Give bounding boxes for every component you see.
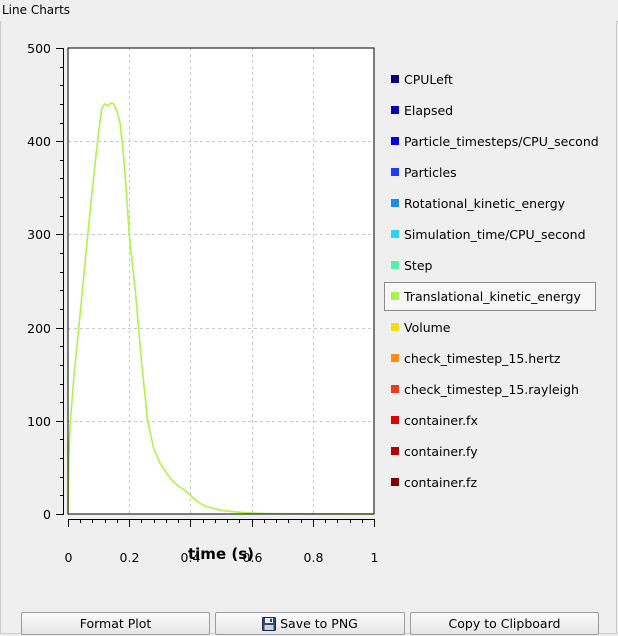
legend-swatch bbox=[391, 137, 399, 145]
legend-item[interactable]: Volume bbox=[384, 313, 596, 342]
legend-swatch bbox=[391, 354, 399, 362]
legend-item[interactable]: Simulation_time/CPU_second bbox=[384, 220, 596, 249]
legend-item[interactable]: Step bbox=[384, 251, 596, 280]
x-tick-label: 1 bbox=[371, 550, 379, 565]
legend-label: container.fx bbox=[404, 413, 478, 428]
legend-item[interactable]: Rotational_kinetic_energy bbox=[384, 189, 596, 218]
y-tick-label: 300 bbox=[27, 227, 51, 242]
x-tick-label: 0 bbox=[65, 550, 73, 565]
format-plot-button[interactable]: Format Plot bbox=[21, 612, 210, 635]
y-tick-label: 100 bbox=[27, 414, 51, 429]
legend-label: Simulation_time/CPU_second bbox=[404, 227, 586, 242]
legend-swatch bbox=[391, 385, 399, 393]
legend-item[interactable]: container.fy bbox=[384, 437, 596, 466]
legend-label: check_timestep_15.rayleigh bbox=[404, 382, 579, 397]
legend-label: Elapsed bbox=[404, 103, 454, 118]
legend-item[interactable]: check_timestep_15.rayleigh bbox=[384, 375, 596, 404]
copy-to-clipboard-button[interactable]: Copy to Clipboard bbox=[410, 612, 599, 635]
y-tick-label: 200 bbox=[27, 321, 51, 336]
legend-swatch bbox=[391, 447, 399, 455]
legend-item[interactable]: container.fx bbox=[384, 406, 596, 435]
legend-label: container.fy bbox=[404, 444, 478, 459]
y-tick-label: 0 bbox=[43, 507, 51, 522]
x-tick-label: 0.8 bbox=[304, 550, 324, 565]
legend-label: container.fz bbox=[404, 475, 478, 490]
legend-swatch bbox=[391, 75, 399, 83]
save-to-png-button[interactable]: Save to PNG bbox=[215, 612, 405, 635]
legend-label: Translational_kinetic_energy bbox=[404, 289, 581, 304]
legend-item[interactable]: container.fz bbox=[384, 468, 596, 497]
legend-label: Particles bbox=[404, 165, 457, 180]
save-to-png-label: Save to PNG bbox=[280, 616, 358, 631]
legend-item[interactable]: CPULeft bbox=[384, 65, 596, 94]
legend-swatch bbox=[391, 478, 399, 486]
chart-legend: CPULeft Elapsed Particle_timesteps/CPU_sec… bbox=[384, 65, 599, 499]
legend-swatch bbox=[391, 323, 399, 331]
legend-label: Volume bbox=[404, 320, 451, 335]
y-tick-label: 400 bbox=[27, 134, 51, 149]
legend-swatch bbox=[391, 416, 399, 424]
legend-label: Rotational_kinetic_energy bbox=[404, 196, 566, 211]
legend-item[interactable]: check_timestep_15.hertz bbox=[384, 344, 596, 373]
legend-swatch bbox=[391, 261, 399, 269]
legend-label: check_timestep_15.hertz bbox=[404, 351, 561, 366]
legend-item[interactable]: Particle_timesteps/CPU_second bbox=[384, 127, 599, 156]
x-tick-label: 0.2 bbox=[120, 550, 140, 565]
line-chart: 0 0.2 0.4 0.6 0.8 10100200300400500 time (s) bbox=[27, 41, 379, 565]
legend-item[interactable]: Elapsed bbox=[384, 96, 596, 125]
plot-background bbox=[68, 48, 374, 514]
legend-label: CPULeft bbox=[404, 72, 453, 87]
legend-item[interactable]: Translational_kinetic_energy bbox=[384, 282, 596, 311]
window-titlebar: Line Charts bbox=[0, 0, 618, 22]
legend-swatch bbox=[391, 292, 399, 300]
window-title: Line Charts bbox=[2, 3, 71, 17]
format-plot-label: Format Plot bbox=[79, 616, 152, 631]
chart-panel: 0 0.2 0.4 0.6 0.8 1 0 100 200 300 400 500 time (s) … bbox=[0, 21, 617, 635]
x-axis-label: time (s) bbox=[188, 545, 254, 563]
legend-swatch bbox=[391, 168, 399, 176]
legend-swatch bbox=[391, 106, 399, 114]
legend-swatch bbox=[391, 199, 399, 207]
legend-label: Particle_timesteps/CPU_second bbox=[404, 134, 599, 149]
legend-swatch bbox=[391, 230, 399, 238]
y-tick-label: 500 bbox=[27, 41, 51, 56]
legend-item[interactable]: Particles bbox=[384, 158, 596, 187]
copy-to-clipboard-label: Copy to Clipboard bbox=[448, 616, 561, 631]
floppy-disk-icon bbox=[262, 616, 277, 631]
legend-label: Step bbox=[404, 258, 433, 273]
